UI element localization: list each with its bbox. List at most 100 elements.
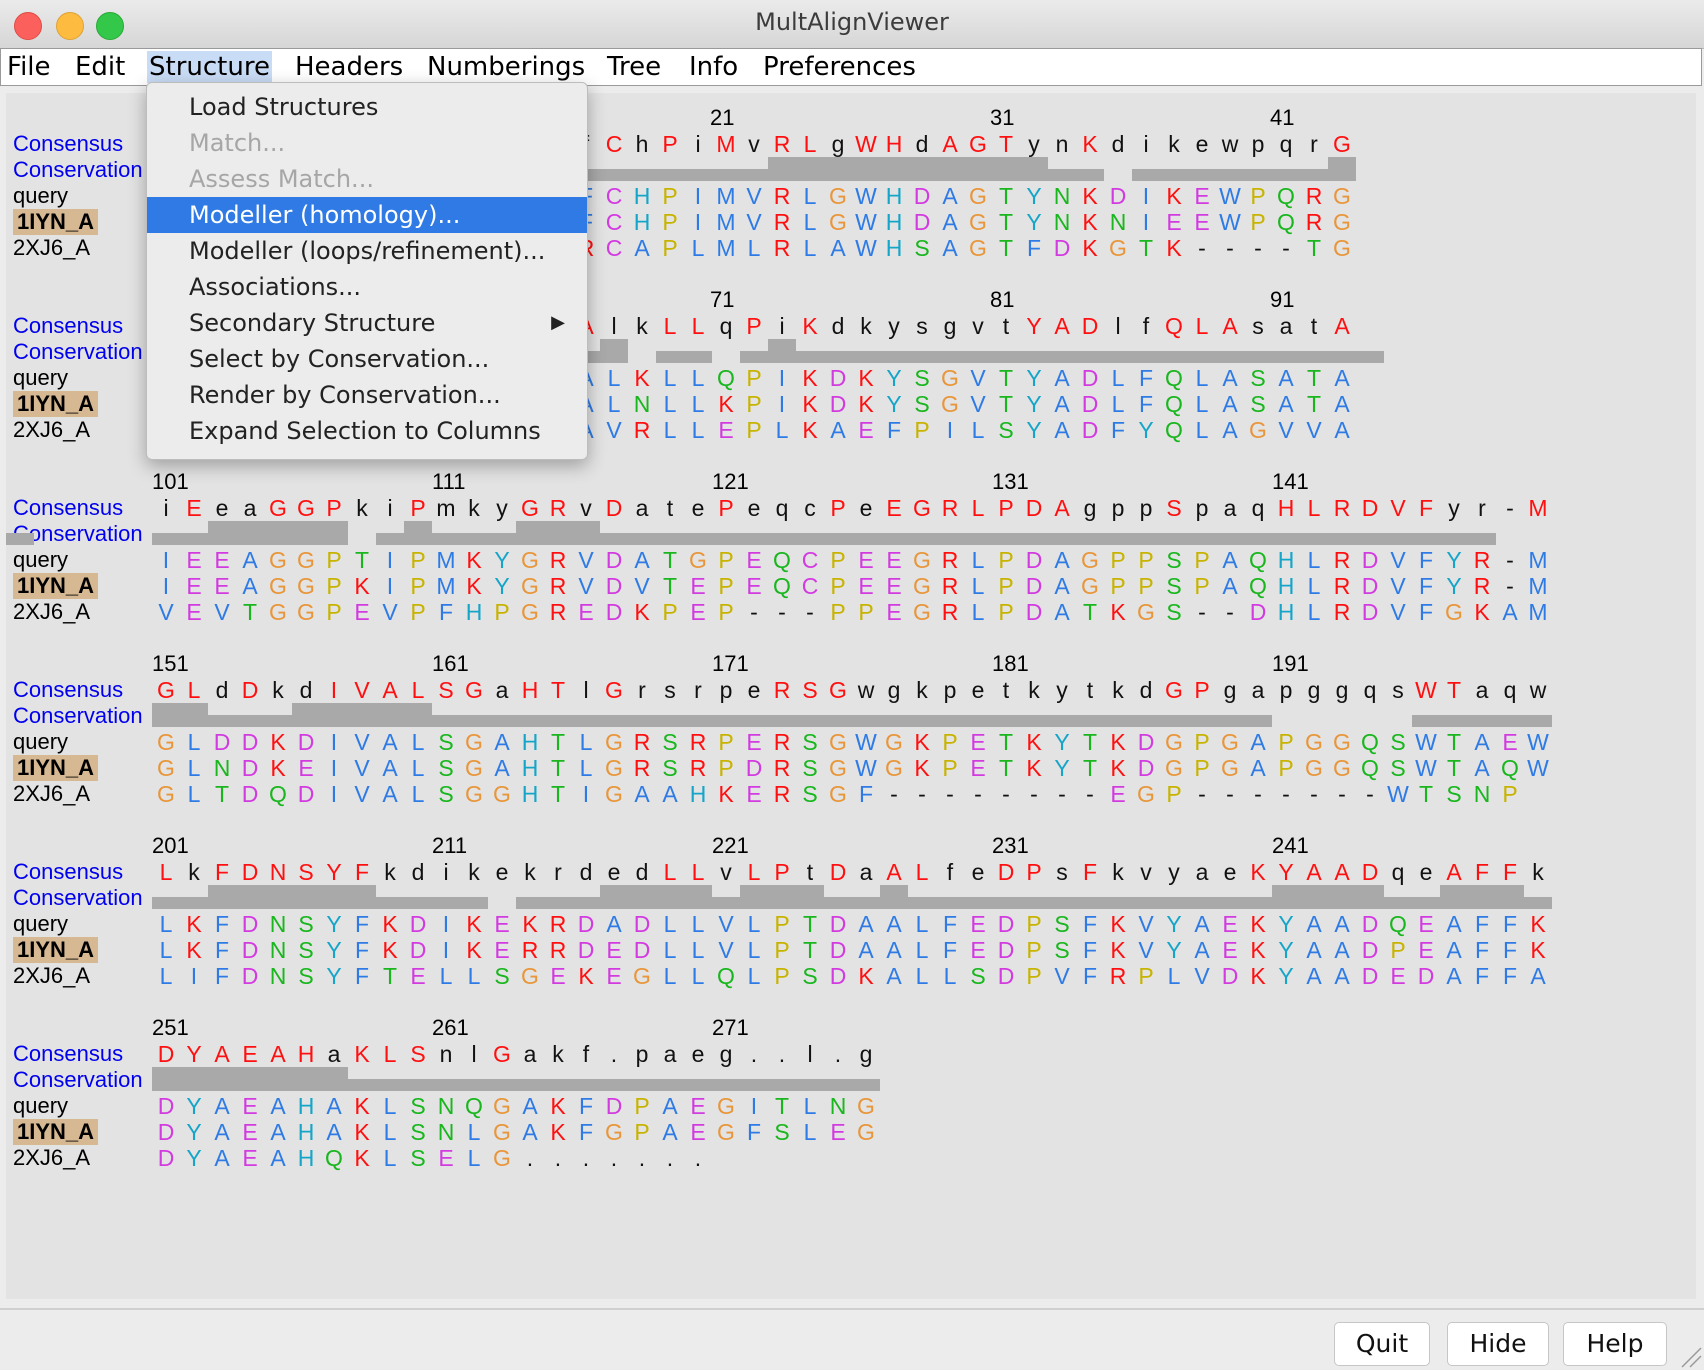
sequence-residue[interactable]: T [544, 755, 572, 781]
consensus-residue[interactable]: d [908, 131, 936, 157]
consensus-residue[interactable]: D [236, 859, 264, 885]
sequence-residue[interactable]: L [1300, 599, 1328, 625]
sequence-residue[interactable]: G [712, 1093, 740, 1119]
consensus-residue[interactable]: D [1356, 859, 1384, 885]
sequence-residue[interactable]: G [488, 781, 516, 807]
sequence-residue[interactable]: P [320, 547, 348, 573]
sequence-residue[interactable]: P [768, 963, 796, 989]
sequence-residue[interactable]: M [712, 235, 740, 261]
sequence-residue[interactable]: D [1356, 599, 1384, 625]
sequence-residue[interactable]: D [236, 911, 264, 937]
sequence-residue[interactable]: P [824, 547, 852, 573]
sequence-residue[interactable]: Y [1020, 183, 1048, 209]
consensus-residue[interactable]: Q [1160, 313, 1188, 339]
sequence-residue[interactable]: N [208, 755, 236, 781]
sequence-residue[interactable]: K [712, 781, 740, 807]
row-label-query[interactable]: query [13, 547, 68, 573]
consensus-residue[interactable]: r [544, 859, 572, 885]
sequence-residue[interactable]: D [824, 911, 852, 937]
sequence-residue[interactable]: F [936, 911, 964, 937]
sequence-residue[interactable]: H [516, 781, 544, 807]
sequence-residue[interactable]: G [908, 547, 936, 573]
sequence-residue[interactable]: S [1160, 573, 1188, 599]
sequence-residue[interactable]: G [1440, 599, 1468, 625]
sequence-residue[interactable]: L [600, 391, 628, 417]
sequence-residue[interactable]: F [432, 599, 460, 625]
sequence-residue[interactable]: P [824, 573, 852, 599]
sequence-residue[interactable]: E [1496, 729, 1524, 755]
consensus-residue[interactable]: P [1188, 677, 1216, 703]
sequence-residue[interactable]: E [1160, 209, 1188, 235]
consensus-residue[interactable]: A [1216, 313, 1244, 339]
consensus-residue[interactable]: p [1188, 495, 1216, 521]
sequence-residue[interactable]: K [544, 1093, 572, 1119]
sequence-residue[interactable]: P [1188, 547, 1216, 573]
row-label-1iyn-a[interactable]: 1IYN_A [13, 391, 99, 417]
sequence-residue[interactable]: G [908, 599, 936, 625]
sequence-residue[interactable]: G [1132, 599, 1160, 625]
sequence-residue[interactable]: P [712, 599, 740, 625]
sequence-residue[interactable]: H [684, 781, 712, 807]
sequence-residue[interactable]: D [908, 209, 936, 235]
sequence-residue[interactable]: E [1384, 963, 1412, 989]
consensus-residue[interactable]: k [264, 677, 292, 703]
sequence-residue[interactable]: K [852, 365, 880, 391]
consensus-residue[interactable]: L [656, 313, 684, 339]
sequence-residue[interactable]: A [824, 235, 852, 261]
sequence-residue[interactable]: T [544, 781, 572, 807]
consensus-residue[interactable]: s [1244, 313, 1272, 339]
sequence-residue[interactable]: G [964, 235, 992, 261]
consensus-residue[interactable]: T [1440, 677, 1468, 703]
sequence-residue[interactable]: M [712, 209, 740, 235]
consensus-residue[interactable]: a [488, 677, 516, 703]
sequence-residue[interactable]: A [1216, 547, 1244, 573]
consensus-residue[interactable]: p [1104, 495, 1132, 521]
sequence-residue[interactable]: A [264, 1145, 292, 1171]
sequence-residue[interactable]: K [348, 573, 376, 599]
sequence-residue[interactable]: K [460, 547, 488, 573]
sequence-residue[interactable]: A [1328, 911, 1356, 937]
sequence-residue[interactable]: E [740, 573, 768, 599]
sequence-residue[interactable]: - [796, 599, 824, 625]
sequence-residue[interactable]: T [796, 911, 824, 937]
sequence-residue[interactable]: T [1076, 729, 1104, 755]
row-label-2xj6-a[interactable]: 2XJ6_A [13, 781, 90, 807]
sequence-residue[interactable]: F [1076, 911, 1104, 937]
consensus-residue[interactable]: P [768, 859, 796, 885]
consensus-residue[interactable]: L [908, 859, 936, 885]
sequence-residue[interactable]: . [628, 1145, 656, 1171]
sequence-residue[interactable]: K [1104, 755, 1132, 781]
consensus-residue[interactable]: y [1440, 495, 1468, 521]
sequence-residue[interactable]: F [572, 1119, 600, 1145]
sequence-residue[interactable]: K [1076, 209, 1104, 235]
sequence-residue[interactable]: - [1496, 573, 1524, 599]
sequence-residue[interactable]: S [1048, 937, 1076, 963]
sequence-residue[interactable]: G [712, 1119, 740, 1145]
sequence-residue[interactable]: - [1020, 781, 1048, 807]
sequence-residue[interactable]: L [376, 1093, 404, 1119]
sequence-residue[interactable]: D [600, 599, 628, 625]
sequence-residue[interactable]: H [1272, 547, 1300, 573]
consensus-residue[interactable]: i [768, 313, 796, 339]
sequence-residue[interactable]: - [740, 599, 768, 625]
sequence-residue[interactable]: H [292, 1093, 320, 1119]
sequence-residue[interactable]: A [264, 1119, 292, 1145]
consensus-residue[interactable]: a [1188, 859, 1216, 885]
sequence-residue[interactable]: C [600, 209, 628, 235]
sequence-residue[interactable]: V [572, 573, 600, 599]
sequence-residue[interactable]: L [796, 235, 824, 261]
consensus-residue[interactable]: C [600, 131, 628, 157]
sequence-residue[interactable]: D [236, 781, 264, 807]
sequence-residue[interactable]: G [1328, 729, 1356, 755]
consensus-residue[interactable]: s [908, 313, 936, 339]
menu-item-load-structures[interactable]: Load Structures [147, 89, 587, 125]
row-label-conservation[interactable]: Conservation [13, 157, 143, 183]
consensus-residue[interactable]: F [208, 859, 236, 885]
sequence-residue[interactable]: F [1412, 573, 1440, 599]
sequence-residue[interactable]: L [964, 547, 992, 573]
sequence-residue[interactable]: L [180, 755, 208, 781]
sequence-residue[interactable]: L [180, 729, 208, 755]
consensus-residue[interactable]: y [1048, 677, 1076, 703]
sequence-residue[interactable]: W [1216, 183, 1244, 209]
sequence-residue[interactable]: Y [180, 1119, 208, 1145]
